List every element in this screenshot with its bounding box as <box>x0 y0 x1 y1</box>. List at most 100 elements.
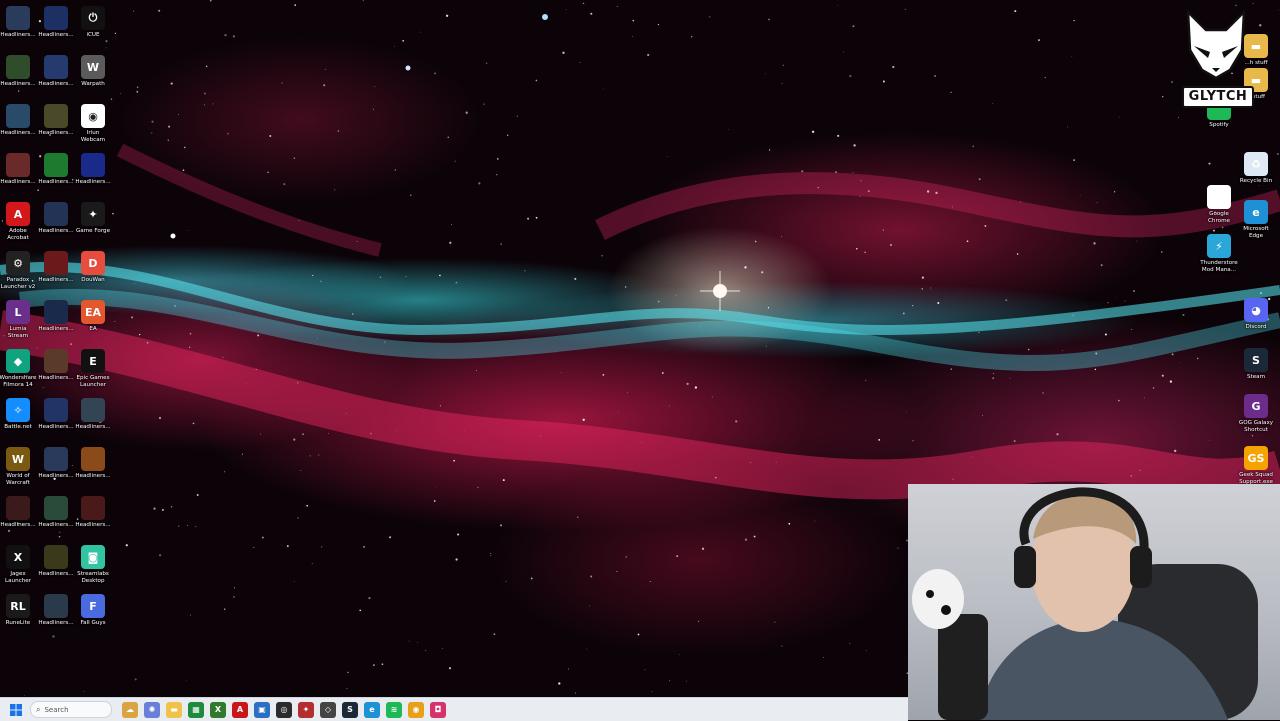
desktop-icon-shortcut-headliners-5[interactable]: Headliners... <box>0 104 37 137</box>
shortcut-headliners-14-icon <box>44 398 68 422</box>
shortcut-headliners-6-icon <box>44 104 68 128</box>
shortcut-headliners-19-icon <box>44 496 68 520</box>
spreadsheet-icon[interactable]: ▦ <box>188 701 204 718</box>
obs-icon[interactable]: ◎ <box>276 701 292 718</box>
desktop-icon-steam[interactable]: S Steam <box>1237 348 1275 381</box>
filmora-icon: ◆ <box>6 349 30 373</box>
desktop-icon-label: Warpath <box>81 81 105 87</box>
calendar-icon[interactable]: ▣ <box>254 701 270 718</box>
icue-icon: ⏻ <box>81 6 105 30</box>
desktop-icon-label: Microsoft Edge <box>1243 226 1269 239</box>
desktop-icon-label: World of Warcraft <box>6 473 30 486</box>
desktop-icon-label: Steam <box>1246 374 1266 380</box>
desktop-icon-fall-guys[interactable]: F Fall Guys <box>74 594 112 627</box>
desktop-icon-label: Headliners... <box>75 179 111 185</box>
desktop-icon-shortcut-headliners-18[interactable]: Headliners... <box>0 496 37 529</box>
shortcut-headliners-9-icon <box>81 153 105 177</box>
iriun-webcam-icon: ◉ <box>81 104 105 128</box>
desktop-icon-label: Headliners... <box>38 326 74 332</box>
chrome-icon[interactable]: ◉ <box>408 701 424 718</box>
desktop-icon-warpath[interactable]: W Warpath <box>74 55 112 88</box>
desktop-icon-gameforge[interactable]: ✦ Game Forge <box>74 202 112 235</box>
desktop-icon-label: Spotify <box>1209 122 1229 128</box>
desktop-icon-label: Headliners... <box>38 228 74 234</box>
shortcut-headliners-22-icon <box>44 594 68 618</box>
file-explorer-icon[interactable]: ▬ <box>166 701 182 718</box>
desktop-icon-shortcut-headliners-14[interactable]: Headliners... <box>37 398 75 431</box>
desktop-icon-label: Headliners... <box>0 522 36 528</box>
desktop-icon-label: Thunderstore Mod Mana... <box>1200 260 1238 273</box>
desktop-icon-label: Discord <box>1245 324 1267 330</box>
desktop-icon-label: EA <box>89 326 97 332</box>
desktop-icon-lumia-stream[interactable]: L Lumia Stream <box>0 300 37 339</box>
edge-icon[interactable]: e <box>364 701 380 718</box>
copilot-icon[interactable]: ✺ <box>144 701 160 718</box>
desktop-icon-icue[interactable]: ⏻ iCUE <box>74 6 112 39</box>
unity-icon[interactable]: ◇ <box>320 701 336 718</box>
desktop-icon-label: Headliners... <box>38 179 74 185</box>
desktop-icon-filmora[interactable]: ◆ Wondershare Filmora 14 <box>0 349 37 388</box>
desktop-icon-shortcut-headliners-21[interactable]: Headliners... <box>37 545 75 578</box>
desktop-icon-world-of-warcraft[interactable]: W World of Warcraft <box>0 447 37 486</box>
desktop-icon-shortcut-headliners-3[interactable]: Headliners... <box>0 55 37 88</box>
desktop-icon-gog-galaxy[interactable]: G GOG Galaxy Shortcut <box>1237 394 1275 433</box>
desktop-icon-shortcut-headliners-16[interactable]: Headliners... <box>37 447 75 480</box>
spotify-icon[interactable]: ≋ <box>386 701 402 718</box>
desktop-icon-shortcut-headliners-6[interactable]: Headliners... <box>37 104 75 137</box>
camera-app-icon[interactable]: ◘ <box>430 701 446 718</box>
desktop-icon-shortcut-headliners-1[interactable]: Headliners... <box>0 6 37 39</box>
desktop-icon-douwan[interactable]: D DouWan <box>74 251 112 284</box>
desktop-icon-shortcut-headliners-12[interactable]: Headliners... <box>37 300 75 333</box>
desktop-icon-shortcut-headliners-22[interactable]: Headliners... <box>37 594 75 627</box>
xbox-icon[interactable]: X <box>210 701 226 718</box>
desktop-icon-recycle-bin[interactable]: ♻ Recycle Bin <box>1237 152 1275 185</box>
desktop-icon-iriun-webcam[interactable]: ◉ Iriun Webcam <box>74 104 112 143</box>
desktop-icon-shortcut-headliners-11[interactable]: Headliners... <box>37 251 75 284</box>
desktop-icon-runelite[interactable]: RL RuneLite <box>0 594 37 627</box>
desktop-icon-adobe-acrobat[interactable]: A Adobe Acrobat <box>0 202 37 241</box>
desktop-icon-epic-games[interactable]: E Epic Games Launcher <box>74 349 112 388</box>
desktop-icon-label: RuneLite <box>5 620 31 626</box>
desktop-icon-label: Headliners... <box>0 179 36 185</box>
desktop-icon-shortcut-headliners-2[interactable]: Headliners... <box>37 6 75 39</box>
desktop-icon-label: Fall Guys <box>80 620 106 626</box>
desktop-icon-microsoft-edge[interactable]: e Microsoft Edge <box>1237 200 1275 239</box>
desktop-icon-shortcut-headliners-15[interactable]: Headliners... <box>74 398 112 431</box>
streamlabs-icon: ◙ <box>81 545 105 569</box>
desktop-icon-shortcut-headliners-13[interactable]: Headliners... <box>37 349 75 382</box>
shortcut-headliners-16-icon <box>44 447 68 471</box>
start-button[interactable] <box>6 700 26 720</box>
desktop-icon-paradox-launcher[interactable]: ⚙ Paradox Launcher v2 <box>0 251 37 290</box>
glytch-logo-text: GLYTCH <box>1182 86 1254 108</box>
desktop-icon-shortcut-headliners-4[interactable]: Headliners... <box>37 55 75 88</box>
desktop-icon-shortcut-headliners-7[interactable]: Headliners... <box>0 153 37 186</box>
acrobat-icon[interactable]: A <box>232 701 248 718</box>
desktop-icon-shortcut-headliners-19[interactable]: Headliners... <box>37 496 75 529</box>
fall-guys-icon: F <box>81 594 105 618</box>
desktop-icon-google-chrome[interactable]: Google Chrome <box>1200 185 1238 224</box>
desktop-icon-label: Headliners... <box>38 620 74 626</box>
thunderstore-icon: ⚡ <box>1207 234 1231 258</box>
desktop-icon-label: Wondershare Filmora 14 <box>0 375 37 388</box>
weather-widget-icon[interactable]: ☁ <box>122 701 138 718</box>
desktop-icon-jagex-launcher[interactable]: X Jagex Launcher <box>0 545 37 584</box>
desktop-icon-ea[interactable]: EA EA <box>74 300 112 333</box>
shortcut-headliners-4-icon <box>44 55 68 79</box>
game-icon[interactable]: ✦ <box>298 701 314 718</box>
taskbar-search-box[interactable]: ⌕ Search <box>30 701 112 718</box>
desktop-icon-label: Iriun Webcam <box>80 130 106 143</box>
desktop-icon-shortcut-headliners-20[interactable]: Headliners... <box>74 496 112 529</box>
desktop-icon-shortcut-headliners-9[interactable]: Headliners... <box>74 153 112 186</box>
steam-icon[interactable]: S <box>342 701 358 718</box>
desktop-icon-battle-net[interactable]: ✧ Battle.net <box>0 398 37 431</box>
desktop-icon-streamlabs[interactable]: ◙ Streamlabs Desktop <box>74 545 112 584</box>
desktop-icon-label: Headliners... <box>38 522 74 528</box>
desktop-icon-label: Headliners... <box>75 522 111 528</box>
desktop-icon-discord[interactable]: ◕ Discord <box>1237 298 1275 331</box>
adobe-acrobat-icon: A <box>6 202 30 226</box>
desktop-icon-shortcut-headliners-8[interactable]: Headliners... <box>37 153 75 186</box>
desktop-icon-shortcut-headliners-10[interactable]: Headliners... <box>37 202 75 235</box>
desktop-icon-shortcut-headliners-17[interactable]: Headliners... <box>74 447 112 480</box>
desktop-icon-geek-squad[interactable]: GS Geek Squad Support.exe <box>1237 446 1275 485</box>
desktop-icon-thunderstore[interactable]: ⚡ Thunderstore Mod Mana... <box>1200 234 1238 273</box>
